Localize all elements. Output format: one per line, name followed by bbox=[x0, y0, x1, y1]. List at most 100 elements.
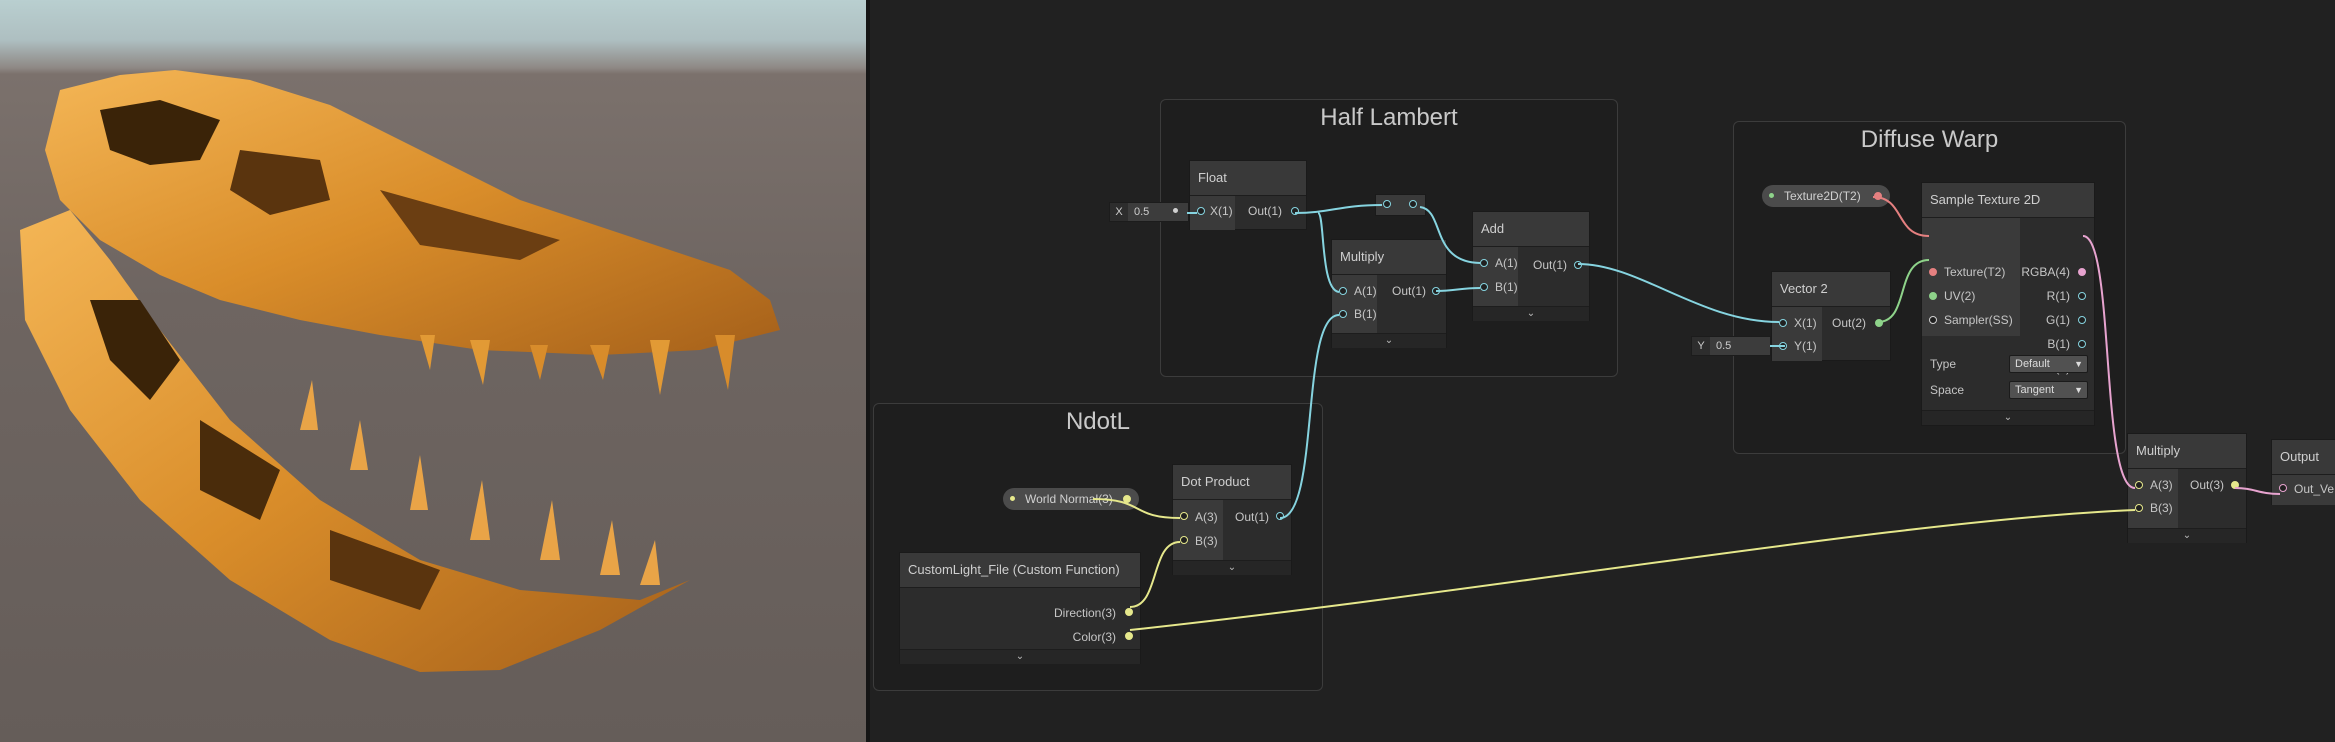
multiply-out-port[interactable] bbox=[1432, 287, 1440, 295]
r-out-port[interactable] bbox=[2078, 292, 2086, 300]
texture-in-port[interactable] bbox=[1929, 268, 1937, 276]
vector2-y-field[interactable]: Y 0.5 bbox=[1691, 336, 1771, 356]
port-label: B(3) bbox=[2150, 501, 2173, 515]
port-label: G(1) bbox=[2046, 313, 2070, 327]
chevron-down-icon[interactable]: ⌄ bbox=[1473, 306, 1589, 321]
node-custom-function[interactable]: CustomLight_File (Custom Function) Direc… bbox=[900, 553, 1140, 664]
dropdown-arrow-icon: ▼ bbox=[2074, 385, 2083, 395]
dot-out-port[interactable] bbox=[1276, 512, 1284, 520]
group-title: NdotL bbox=[1065, 408, 1131, 435]
port-label: Out(1) bbox=[1248, 204, 1283, 218]
port-label: X(1) bbox=[1794, 316, 1817, 330]
add-b-port[interactable] bbox=[1480, 283, 1488, 291]
vector2-y-port[interactable] bbox=[1779, 342, 1787, 350]
dropdown-arrow-icon: ▼ bbox=[2074, 359, 2083, 369]
reroute-out-port[interactable] bbox=[1409, 200, 1417, 208]
port-label: B(1) bbox=[2047, 337, 2070, 351]
b-out-port[interactable] bbox=[2078, 340, 2086, 348]
chevron-down-icon[interactable]: ⌄ bbox=[1173, 560, 1291, 575]
port-label: Texture(T2) bbox=[1944, 265, 2006, 279]
port-label: B(3) bbox=[1195, 534, 1218, 548]
multiply2-a-port[interactable] bbox=[2135, 481, 2143, 489]
add-out-port[interactable] bbox=[1574, 261, 1582, 269]
node-add[interactable]: Add A(1) B(1) Out(1) ⌄ bbox=[1473, 212, 1589, 321]
port-label: Color(3) bbox=[1072, 630, 1116, 644]
node-multiply-half-lambert[interactable]: Multiply A(1) B(1) Out(1) ⌄ bbox=[1332, 240, 1446, 348]
type-dropdown[interactable]: Default ▼ bbox=[2009, 355, 2088, 373]
multiply2-out-port[interactable] bbox=[2231, 481, 2239, 489]
reroute-in-port[interactable] bbox=[1383, 200, 1391, 208]
node-reroute[interactable] bbox=[1376, 195, 1425, 215]
world-normal-out-port[interactable] bbox=[1123, 495, 1131, 503]
port-label: Out(2) bbox=[1832, 316, 1867, 330]
node-title: Multiply bbox=[2128, 434, 2246, 469]
float-field-port[interactable] bbox=[1173, 208, 1178, 213]
sampler-in-port[interactable] bbox=[1929, 316, 1937, 324]
node-title: CustomLight_File (Custom Function) bbox=[900, 553, 1140, 588]
port-label: A(1) bbox=[1354, 284, 1377, 298]
port-label: Out(3) bbox=[2190, 478, 2225, 492]
node-dot-product[interactable]: Dot Product A(3) B(3) Out(1) ⌄ bbox=[1173, 465, 1291, 575]
port-label: Out(1) bbox=[1392, 284, 1427, 298]
port-label: A(3) bbox=[2150, 478, 2173, 492]
space-value: Tangent bbox=[2015, 384, 2055, 396]
chevron-down-icon[interactable]: ⌄ bbox=[900, 649, 1140, 664]
property-indicator bbox=[1010, 496, 1015, 501]
skull-model-preview bbox=[20, 70, 780, 672]
port-label: UV(2) bbox=[1944, 289, 1976, 303]
multiply2-b-port[interactable] bbox=[2135, 504, 2143, 512]
output-in-port[interactable] bbox=[2279, 484, 2287, 492]
port-label: Out(1) bbox=[1533, 258, 1568, 272]
port-label: Sampler(SS) bbox=[1944, 313, 2013, 327]
field-value[interactable]: 0.5 bbox=[1128, 203, 1149, 221]
space-label: Space bbox=[1930, 383, 1965, 397]
space-dropdown[interactable]: Tangent ▼ bbox=[2009, 381, 2088, 399]
node-float[interactable]: Float X(1) Out(1) bbox=[1190, 161, 1306, 230]
port-label: Y(1) bbox=[1794, 339, 1817, 353]
dot-b-port[interactable] bbox=[1180, 536, 1188, 544]
color-out-port[interactable] bbox=[1125, 632, 1133, 640]
node-title: Output bbox=[2272, 440, 2335, 475]
property-label: World Normal(3) bbox=[1025, 492, 1113, 506]
uv-in-port[interactable] bbox=[1929, 292, 1937, 300]
rgba-out-port[interactable] bbox=[2078, 268, 2086, 276]
chevron-down-icon[interactable]: ⌄ bbox=[1332, 333, 1446, 348]
field-value[interactable]: 0.5 bbox=[1710, 337, 1731, 355]
direction-out-port[interactable] bbox=[1125, 608, 1133, 616]
node-output[interactable]: Output Out_Ve bbox=[2272, 440, 2335, 505]
vector2-x-port[interactable] bbox=[1779, 319, 1787, 327]
port-label: B(1) bbox=[1495, 280, 1518, 294]
node-title: Multiply bbox=[1332, 240, 1446, 275]
port-label: A(3) bbox=[1195, 510, 1218, 524]
add-a-port[interactable] bbox=[1480, 259, 1488, 267]
multiply-b-port[interactable] bbox=[1339, 310, 1347, 318]
texture2d-out-port[interactable] bbox=[1874, 192, 1882, 200]
node-title: Vector 2 bbox=[1772, 272, 1890, 307]
multiply-a-port[interactable] bbox=[1339, 287, 1347, 295]
float-out-port[interactable] bbox=[1291, 207, 1299, 215]
port-label: A(1) bbox=[1495, 256, 1518, 270]
port-label: X(1) bbox=[1210, 204, 1233, 218]
float-in-port[interactable] bbox=[1197, 207, 1205, 215]
g-out-port[interactable] bbox=[2078, 316, 2086, 324]
property-indicator bbox=[1769, 193, 1774, 198]
chevron-down-icon[interactable]: ⌄ bbox=[1922, 410, 2094, 425]
scene-viewport[interactable] bbox=[0, 0, 868, 742]
port-label: Direction(3) bbox=[1053, 606, 1116, 620]
world-normal-property[interactable]: World Normal(3) bbox=[1003, 488, 1139, 510]
node-title: Dot Product bbox=[1173, 465, 1291, 500]
port-label: B(1) bbox=[1354, 307, 1377, 321]
property-label: Texture2D(T2) bbox=[1784, 189, 1861, 203]
chevron-down-icon[interactable]: ⌄ bbox=[2128, 528, 2246, 543]
type-value: Default bbox=[2015, 358, 2050, 370]
node-title: Float bbox=[1190, 161, 1306, 196]
node-title: Add bbox=[1473, 212, 1589, 247]
node-multiply-final[interactable]: Multiply A(3) B(3) Out(3) ⌄ bbox=[2128, 434, 2246, 543]
node-vector2[interactable]: Vector 2 X(1) Y(1) Out(2) bbox=[1772, 272, 1890, 361]
group-title: Half Lambert bbox=[1320, 104, 1458, 131]
dot-a-port[interactable] bbox=[1180, 512, 1188, 520]
vector2-out-port[interactable] bbox=[1875, 319, 1883, 327]
port-label: RGBA(4) bbox=[2021, 265, 2070, 279]
texture2d-property[interactable]: Texture2D(T2) bbox=[1762, 185, 1890, 207]
type-label: Type bbox=[1930, 357, 1957, 371]
